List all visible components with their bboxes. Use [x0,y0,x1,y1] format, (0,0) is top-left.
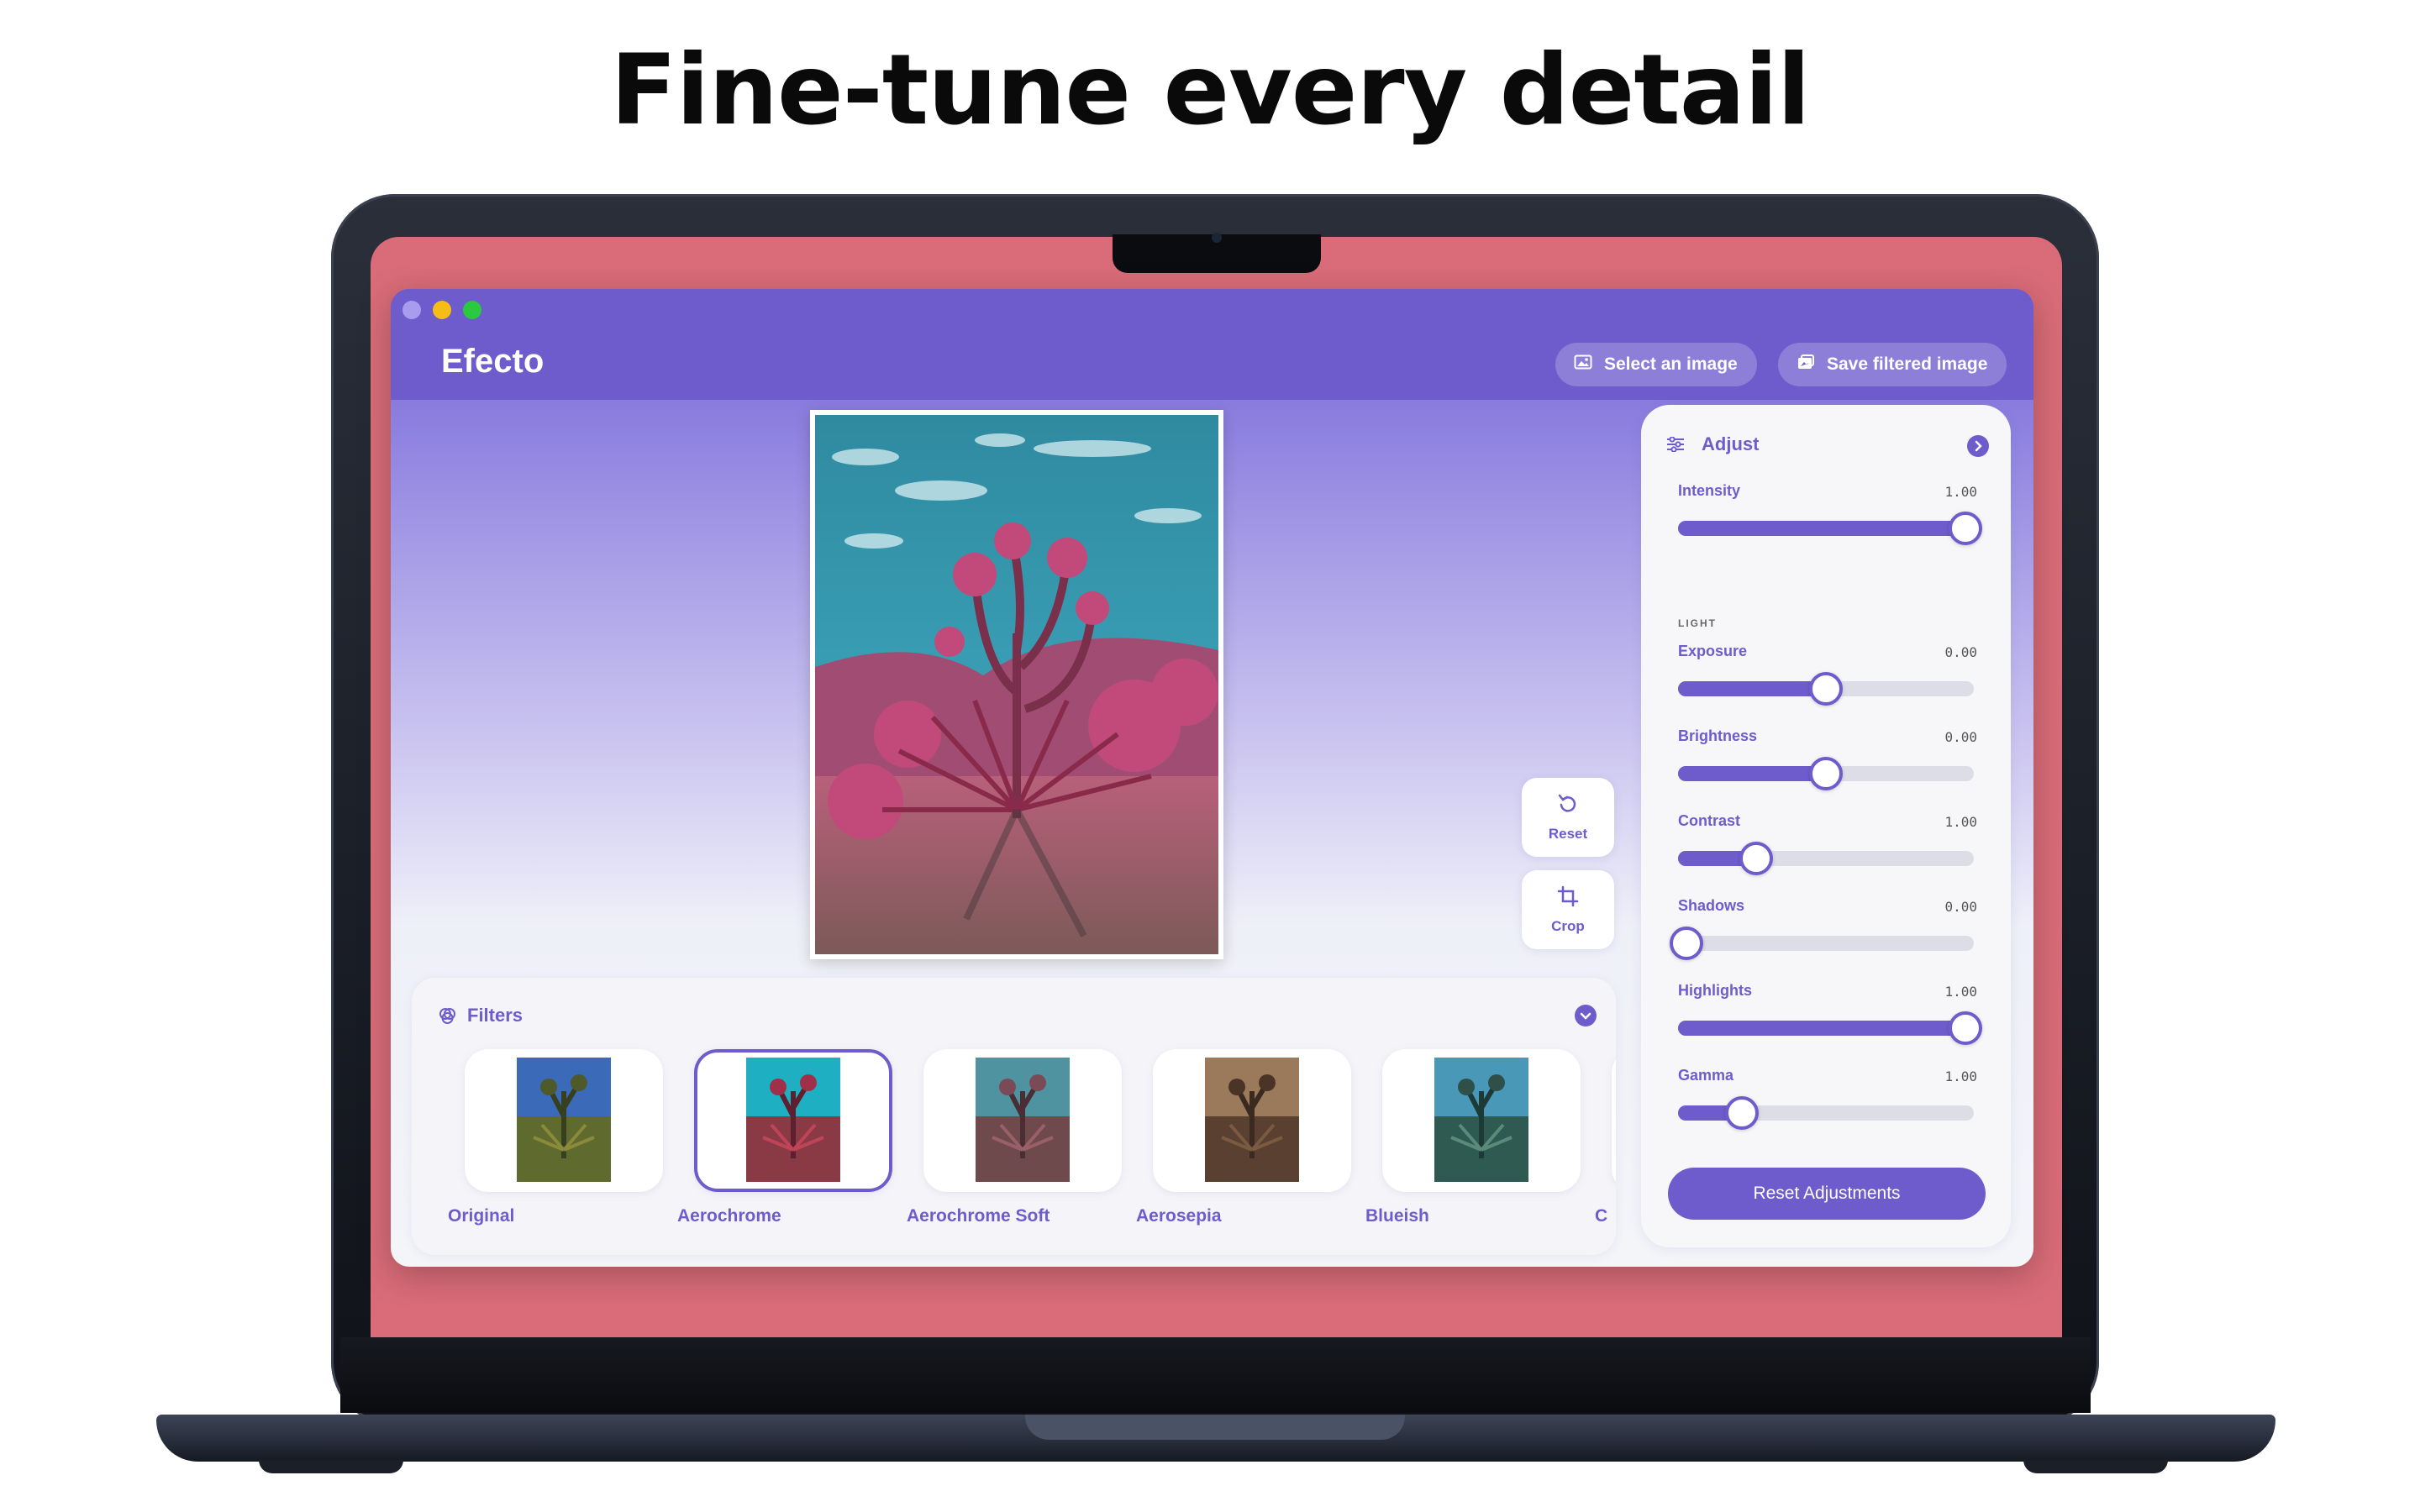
save-image-label: Save filtered image [1827,354,1988,374]
contrast-value: 1.00 [1944,814,1977,830]
exposure-slider-fill [1678,681,1826,696]
save-image-button[interactable]: Save filtered image [1778,343,2007,386]
exposure-value: 0.00 [1944,644,1977,660]
filter-thumb-original[interactable] [465,1049,663,1192]
filters-collapse-button[interactable] [1575,1005,1597,1026]
brightness-label: Brightness [1678,727,1758,744]
filters-panel: Filters Original Aerochrome Aerochrome S… [412,978,1616,1255]
filter-label-partial: C [1595,1206,1608,1226]
gamma-slider-knob[interactable] [1725,1096,1759,1130]
main-photo [810,410,1223,959]
photo-icon [1574,354,1592,375]
highlights-slider-knob[interactable] [1949,1011,1982,1045]
crop-tool-button[interactable]: Crop [1522,870,1614,949]
brightness-value: 0.00 [1944,729,1977,745]
contrast-label: Contrast [1678,812,1741,829]
camera-icon [1212,233,1222,243]
highlights-label: Highlights [1678,982,1752,999]
filter-label-aerochrome: Aerochrome [677,1206,781,1226]
contrast-slider-knob[interactable] [1739,842,1773,875]
reset-tool-button[interactable]: Reset [1522,778,1614,857]
gamma-slider[interactable] [1678,1105,1974,1121]
laptop-foot-right [2023,1460,2168,1473]
adjust-panel: Adjust Intensity 1.00 LIGHT Exposure 0.0… [1641,405,2011,1247]
filter-thumb-partial[interactable] [1612,1049,1616,1192]
close-window-button[interactable] [402,301,421,319]
select-image-button[interactable]: Select an image [1555,343,1757,386]
reset-tool-label: Reset [1548,825,1588,842]
select-image-label: Select an image [1604,354,1738,374]
sliders-icon [1666,436,1685,456]
laptop-foot-left [259,1460,403,1473]
filter-thumb-aerosepia[interactable] [1153,1049,1351,1192]
intensity-slider[interactable] [1678,521,1974,536]
filter-thumb-aerochrome-soft[interactable] [923,1049,1122,1192]
filters-icon [439,1006,457,1029]
crop-tool-label: Crop [1551,917,1585,934]
shadows-slider[interactable] [1678,936,1974,951]
shadows-slider-knob[interactable] [1670,927,1703,960]
laptop-chin [340,1337,2091,1413]
exposure-label: Exposure [1678,643,1748,659]
highlights-slider[interactable] [1678,1021,1974,1036]
intensity-label: Intensity [1678,482,1741,499]
headline: Fine-tune every detail [610,34,1810,147]
adjust-collapse-button[interactable] [1967,435,1989,457]
light-section-header: LIGHT [1678,617,1717,629]
filter-label-original: Original [448,1206,515,1226]
adjust-title: Adjust [1702,433,1760,454]
brightness-slider-fill [1678,766,1826,781]
minimize-window-button[interactable] [433,301,451,319]
shadows-value: 0.00 [1944,899,1977,915]
reset-adjustments-button[interactable]: Reset Adjustments [1668,1168,1986,1220]
highlights-slider-fill [1678,1021,1974,1036]
brightness-slider-knob[interactable] [1809,757,1843,790]
filter-label-aerochrome-soft: Aerochrome Soft [907,1206,1050,1226]
exposure-slider-knob[interactable] [1809,672,1843,706]
save-photo-icon [1797,354,1815,375]
app-window: Efecto Select an image Save filtered ima… [391,289,2033,1267]
filter-label-aerosepia: Aerosepia [1136,1206,1222,1226]
chevron-down-icon [1575,1012,1597,1030]
laptop-hinge-notch [1025,1415,1405,1440]
gamma-label: Gamma [1678,1067,1734,1084]
contrast-slider[interactable] [1678,851,1974,866]
filter-thumb-aerochrome[interactable] [694,1049,892,1192]
crop-icon [1557,885,1579,911]
filter-thumb-blueish[interactable] [1382,1049,1581,1192]
highlights-value: 1.00 [1944,984,1977,1000]
gamma-value: 1.00 [1944,1068,1977,1084]
intensity-value: 1.00 [1944,484,1977,500]
app-title: Efecto [441,343,544,380]
filter-label-blueish: Blueish [1365,1206,1429,1226]
intensity-slider-fill [1678,521,1974,536]
shadows-label: Shadows [1678,897,1745,914]
chevron-right-icon [1967,440,1989,460]
intensity-slider-knob[interactable] [1949,512,1982,545]
filters-title: Filters [467,1005,523,1026]
title-bar [391,289,2033,400]
zoom-window-button[interactable] [463,301,481,319]
rotate-left-icon [1557,793,1579,819]
